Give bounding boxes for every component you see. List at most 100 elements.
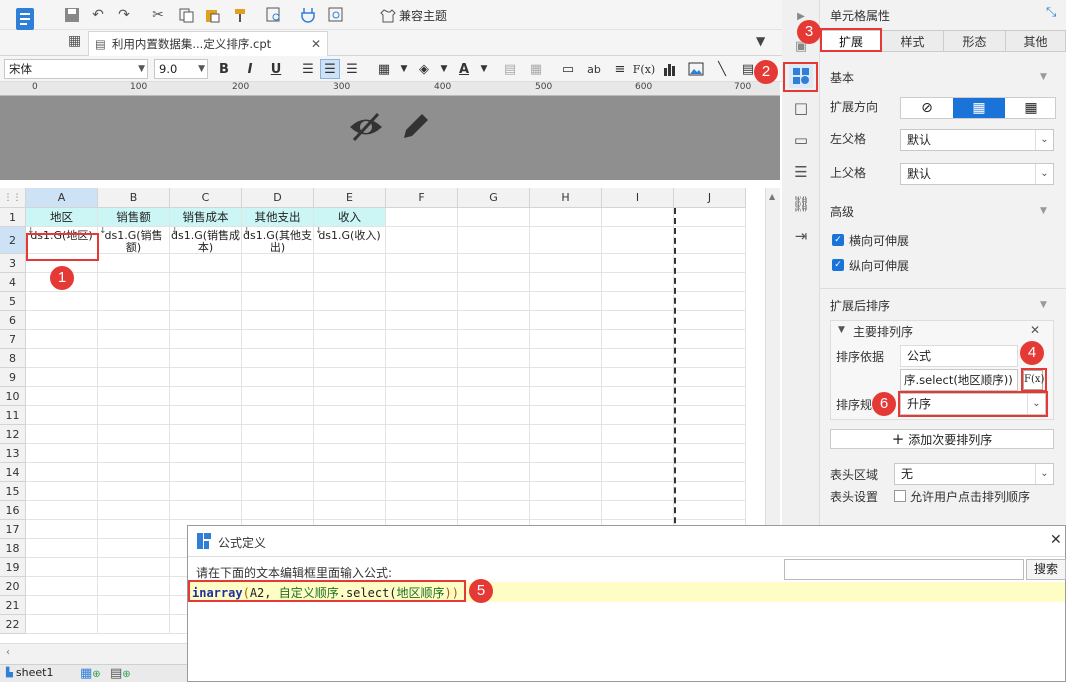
no-expand-icon[interactable]: ⊘ [901, 98, 953, 118]
sheet-tab[interactable]: ▙ sheet1 [6, 666, 53, 679]
frame-icon[interactable]: □ [789, 96, 813, 120]
grid-cell[interactable] [530, 273, 602, 292]
v-expand-checkbox[interactable]: ✓ [832, 259, 844, 271]
vertical-expand-icon[interactable]: ▦ [953, 98, 1005, 118]
row-header[interactable]: 20 [0, 577, 26, 596]
text-field-icon[interactable]: ▭ [558, 59, 578, 79]
grid-cell[interactable] [458, 368, 530, 387]
tab-style[interactable]: 样式 [882, 30, 944, 52]
grid-cell[interactable] [530, 425, 602, 444]
column-header[interactable]: G [458, 188, 530, 208]
grid-cell[interactable] [386, 482, 458, 501]
copy-icon[interactable] [176, 5, 196, 25]
grid-cell[interactable] [314, 273, 386, 292]
grid-cell[interactable] [458, 444, 530, 463]
grid-cell[interactable] [674, 368, 746, 387]
grid-cell[interactable] [26, 444, 98, 463]
sort-basis-select[interactable]: 公式 [900, 345, 1018, 367]
grid-cell[interactable] [386, 227, 458, 254]
grid-cell[interactable] [26, 463, 98, 482]
grid-cell[interactable] [530, 406, 602, 425]
grid-cell[interactable] [26, 292, 98, 311]
grid-cell[interactable] [314, 254, 386, 273]
grid-cell[interactable] [674, 425, 746, 444]
grid-cell[interactable] [314, 387, 386, 406]
grid-cell[interactable] [98, 501, 170, 520]
left-parent-select[interactable]: 默认 ⌄ [900, 129, 1054, 151]
grid-cell[interactable] [458, 482, 530, 501]
grid-cell[interactable] [26, 349, 98, 368]
grid-cell[interactable] [530, 501, 602, 520]
grid-cell[interactable] [530, 311, 602, 330]
header-area-select[interactable]: 无 ⌄ [894, 463, 1054, 485]
grid-cell[interactable] [26, 387, 98, 406]
scroll-left-icon[interactable]: ‹ [6, 647, 10, 658]
grid-cell[interactable] [98, 311, 170, 330]
column-header[interactable]: C [170, 188, 242, 208]
row-header[interactable]: 16 [0, 501, 26, 520]
grid-cell[interactable] [170, 254, 242, 273]
grid-cell[interactable] [170, 368, 242, 387]
grid-cell[interactable] [674, 482, 746, 501]
grid-cell[interactable] [242, 368, 314, 387]
cut-icon[interactable]: ✂ [148, 5, 168, 25]
grid-cell[interactable] [26, 501, 98, 520]
grid-cell[interactable] [242, 387, 314, 406]
underline-icon[interactable]: U [266, 59, 286, 79]
grid-cell[interactable] [98, 539, 170, 558]
collapse-icon[interactable]: ▼ [1040, 206, 1047, 216]
grid-cell[interactable] [602, 406, 674, 425]
data-cell[interactable]: ds1.G(收入) ↓ [314, 227, 386, 254]
grid-cell[interactable] [602, 368, 674, 387]
grid-cell[interactable] [314, 444, 386, 463]
collapse-icon[interactable]: ▼ [1040, 72, 1047, 82]
grid-cell[interactable] [26, 577, 98, 596]
grid-cell[interactable] [602, 387, 674, 406]
grid-cell[interactable] [26, 330, 98, 349]
grid-cell[interactable] [674, 330, 746, 349]
grid-cell[interactable] [674, 501, 746, 520]
grid-cell[interactable] [98, 368, 170, 387]
grid-cell[interactable] [530, 208, 602, 227]
column-header[interactable]: I [602, 188, 674, 208]
grid-cell[interactable] [458, 406, 530, 425]
row-header[interactable]: 7 [0, 330, 26, 349]
grid-cell[interactable] [26, 425, 98, 444]
grid-cell[interactable] [674, 208, 746, 227]
header-cell[interactable]: 销售成本 [170, 208, 242, 227]
grid-cell[interactable] [458, 254, 530, 273]
grid-cell[interactable] [386, 501, 458, 520]
row-header[interactable]: 22 [0, 615, 26, 634]
grid-cell[interactable] [602, 254, 674, 273]
grid-cell[interactable] [242, 463, 314, 482]
row-header[interactable]: 18 [0, 539, 26, 558]
slash-icon[interactable]: ╲ [712, 59, 732, 79]
row-header[interactable]: 1 [0, 208, 26, 227]
grid-cell[interactable] [386, 330, 458, 349]
grid-cell[interactable] [98, 558, 170, 577]
allow-user-sort-checkbox[interactable] [894, 490, 906, 502]
rich-text-icon[interactable]: ≡ [610, 59, 630, 79]
grid-cell[interactable] [674, 311, 746, 330]
tab-list-icon[interactable]: ▼ [756, 34, 765, 48]
grid-cell[interactable] [386, 368, 458, 387]
data-cell[interactable]: ds1.G(销售额) ↓ [98, 227, 170, 254]
top-parent-select[interactable]: 默认 ⌄ [900, 163, 1054, 185]
header-cell[interactable]: 销售额 [98, 208, 170, 227]
row-header[interactable]: 10 [0, 387, 26, 406]
grid-cell[interactable] [458, 349, 530, 368]
data-cell[interactable]: ds1.G(销售成本) ↓ [170, 227, 242, 254]
save-icon[interactable] [62, 5, 82, 25]
grid-cell[interactable] [98, 425, 170, 444]
grid-cell[interactable] [386, 208, 458, 227]
grid-cell[interactable] [602, 330, 674, 349]
row-header[interactable]: 5 [0, 292, 26, 311]
add-report-icon[interactable]: ▤⊕ [110, 666, 131, 681]
grid-cell[interactable] [602, 482, 674, 501]
grid-cell[interactable] [26, 368, 98, 387]
grid-cell[interactable] [98, 596, 170, 615]
import-icon[interactable]: ⇥ [789, 224, 813, 248]
grid-cell[interactable] [98, 349, 170, 368]
grid-cell[interactable] [530, 330, 602, 349]
column-header[interactable]: F [386, 188, 458, 208]
